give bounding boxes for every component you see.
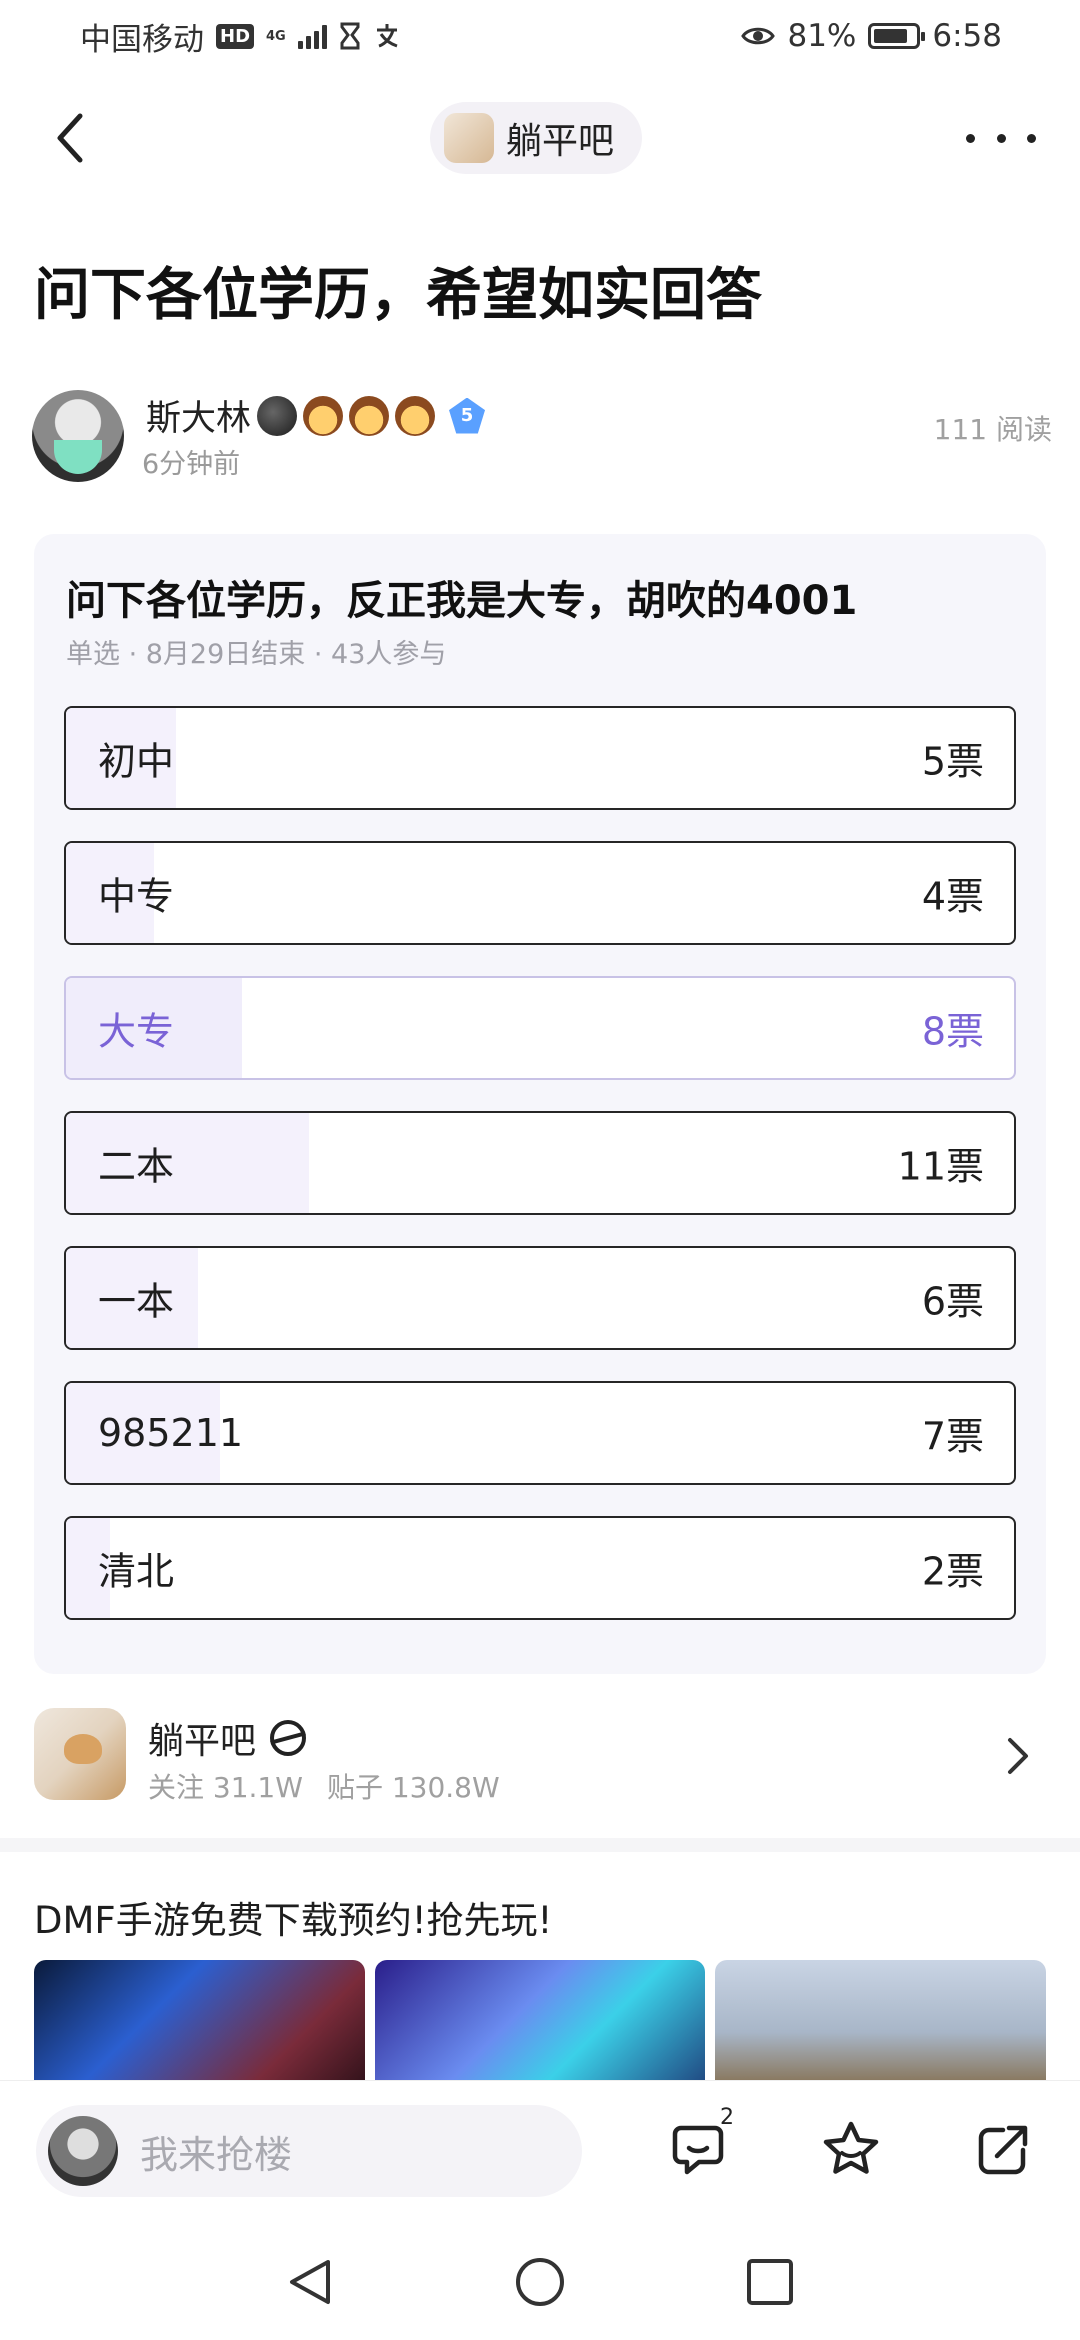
ad-images[interactable] — [34, 1960, 1046, 2080]
poll-option-votes: 7票 — [921, 1414, 984, 1459]
chevron-right-icon — [1008, 1738, 1028, 1774]
hourglass-icon — [340, 22, 360, 50]
eye-icon — [741, 27, 776, 45]
poll-option[interactable]: 大专 8票 — [64, 976, 1016, 1080]
more-button[interactable] — [966, 116, 1036, 160]
author-name: 斯大林 — [146, 399, 252, 439]
comment-count: 2 — [720, 2105, 734, 2130]
chevron-left-icon — [57, 113, 83, 163]
status-right: 81% 6:58 — [741, 18, 1002, 54]
forum-avatar — [34, 1708, 126, 1800]
battery-fill — [874, 29, 907, 43]
planet-icon — [270, 1720, 307, 1756]
system-nav-bar — [0, 2220, 1080, 2340]
alipay-icon — [376, 24, 398, 48]
status-bar: 中国移动 HD 4G 81% 6:58 — [0, 0, 1080, 72]
bottom-action-bar: 我来抢楼 2 — [0, 2080, 1080, 2220]
comment-placeholder: 我来抢楼 — [140, 2132, 293, 2177]
poll-option-label: 初中 — [98, 739, 175, 784]
avatar-mask — [54, 440, 102, 474]
author-avatar[interactable] — [32, 390, 124, 482]
status-left: 中国移动 HD 4G — [80, 14, 401, 59]
section-divider — [0, 1838, 1080, 1852]
star-icon — [823, 2121, 879, 2174]
poll-option[interactable]: 中专 4票 — [64, 841, 1016, 945]
more-dot — [1027, 133, 1036, 143]
girl-emoji-icon — [395, 395, 436, 436]
forum-name-row: 躺平吧 — [148, 1712, 307, 1764]
poll-option[interactable]: 初中 5票 — [64, 706, 1016, 810]
poll-option-label: 大专 — [98, 1009, 175, 1054]
square-recent-icon[interactable] — [744, 2256, 796, 2308]
more-dot — [966, 133, 975, 143]
poll-option-votes: 6票 — [921, 1279, 984, 1324]
clock: 6:58 — [932, 18, 1002, 54]
author-row: 斯大林 5 6分钟前 111 阅读 — [32, 390, 1052, 486]
post-time: 6分钟前 — [142, 449, 241, 480]
comment-input[interactable]: 我来抢楼 — [36, 2105, 582, 2197]
poll-option[interactable]: 清北 2票 — [64, 1516, 1016, 1620]
user-avatar — [48, 2116, 118, 2186]
carrier-label: 中国移动 — [80, 21, 204, 58]
poll-option-votes: 2票 — [921, 1549, 984, 1594]
triangle-back-icon[interactable] — [284, 2256, 336, 2308]
girl-emoji-icon — [303, 395, 344, 436]
level-badge-icon: 5 — [449, 397, 486, 434]
circle-home-icon[interactable] — [514, 2256, 566, 2308]
forum-pill-name: 躺平吧 — [506, 121, 615, 162]
poll-option-label: 中专 — [98, 874, 175, 919]
poll-meta: 单选 · 8月29日结束 · 43人参与 — [66, 639, 447, 670]
ad-title[interactable]: DMF手游免费下载预约!抢先玩! — [34, 1890, 552, 1944]
forum-avatar-small — [444, 113, 494, 163]
poll-option-label: 一本 — [98, 1279, 175, 1324]
forum-card[interactable]: 躺平吧 关注 31.1W 贴子 130.8W — [34, 1706, 1046, 1804]
poll-option-votes: 5票 — [921, 739, 984, 784]
favorite-button[interactable] — [816, 2115, 886, 2185]
more-dot — [996, 133, 1006, 143]
poll-option-label: 985211 — [98, 1411, 244, 1455]
signal-icon — [297, 23, 327, 49]
dog-figure — [64, 1734, 102, 1764]
forum-pill[interactable]: 躺平吧 — [430, 102, 643, 174]
hd-badge: HD — [216, 23, 255, 49]
read-count: 111 阅读 — [933, 413, 1052, 446]
top-nav: 躺平吧 — [0, 96, 1080, 180]
back-button[interactable] — [44, 110, 94, 166]
poll-option-label: 二本 — [98, 1144, 175, 1189]
battery-icon — [868, 23, 926, 49]
forum-posts: 贴子 130.8W — [326, 1771, 500, 1804]
forum-stats: 关注 31.1W 贴子 130.8W — [148, 1766, 500, 1806]
share-button[interactable] — [968, 2115, 1038, 2185]
poll-option[interactable]: 985211 7票 — [64, 1381, 1016, 1485]
comment-button[interactable]: 2 — [666, 2105, 736, 2185]
poll-option[interactable]: 一本 6票 — [64, 1246, 1016, 1350]
poll-option[interactable]: 二本 11票 — [64, 1111, 1016, 1215]
poll-title: 问下各位学历，反正我是大专，胡吹的4001 — [66, 578, 858, 624]
girl-emoji-icon — [349, 395, 390, 436]
author-name-row[interactable]: 斯大林 5 — [146, 390, 486, 441]
poll-card: 问下各位学历，反正我是大专，胡吹的4001 单选 · 8月29日结束 · 43人… — [34, 534, 1046, 1674]
poll-option-votes: 4票 — [921, 874, 984, 919]
post-title: 问下各位学历，希望如实回答 — [34, 263, 762, 328]
ad-image[interactable] — [34, 1960, 365, 2080]
ad-image[interactable] — [374, 1960, 706, 2080]
forum-followers: 关注 31.1W — [148, 1771, 303, 1804]
poll-option-votes: 11票 — [897, 1144, 984, 1189]
forum-name: 躺平吧 — [148, 1721, 257, 1762]
network-type: 4G — [266, 28, 286, 44]
poll-options: 初中 5票中专 4票大专 8票二本 11票一本 6票 985211 7票清北 2票 — [64, 706, 1016, 1651]
share-icon — [978, 2125, 1028, 2175]
dark-face-emoji-icon — [257, 395, 298, 436]
ad-image[interactable] — [715, 1960, 1046, 2080]
poll-option-label: 清北 — [98, 1549, 175, 1594]
battery-percent: 81% — [787, 18, 857, 54]
poll-option-votes: 8票 — [921, 1009, 984, 1054]
